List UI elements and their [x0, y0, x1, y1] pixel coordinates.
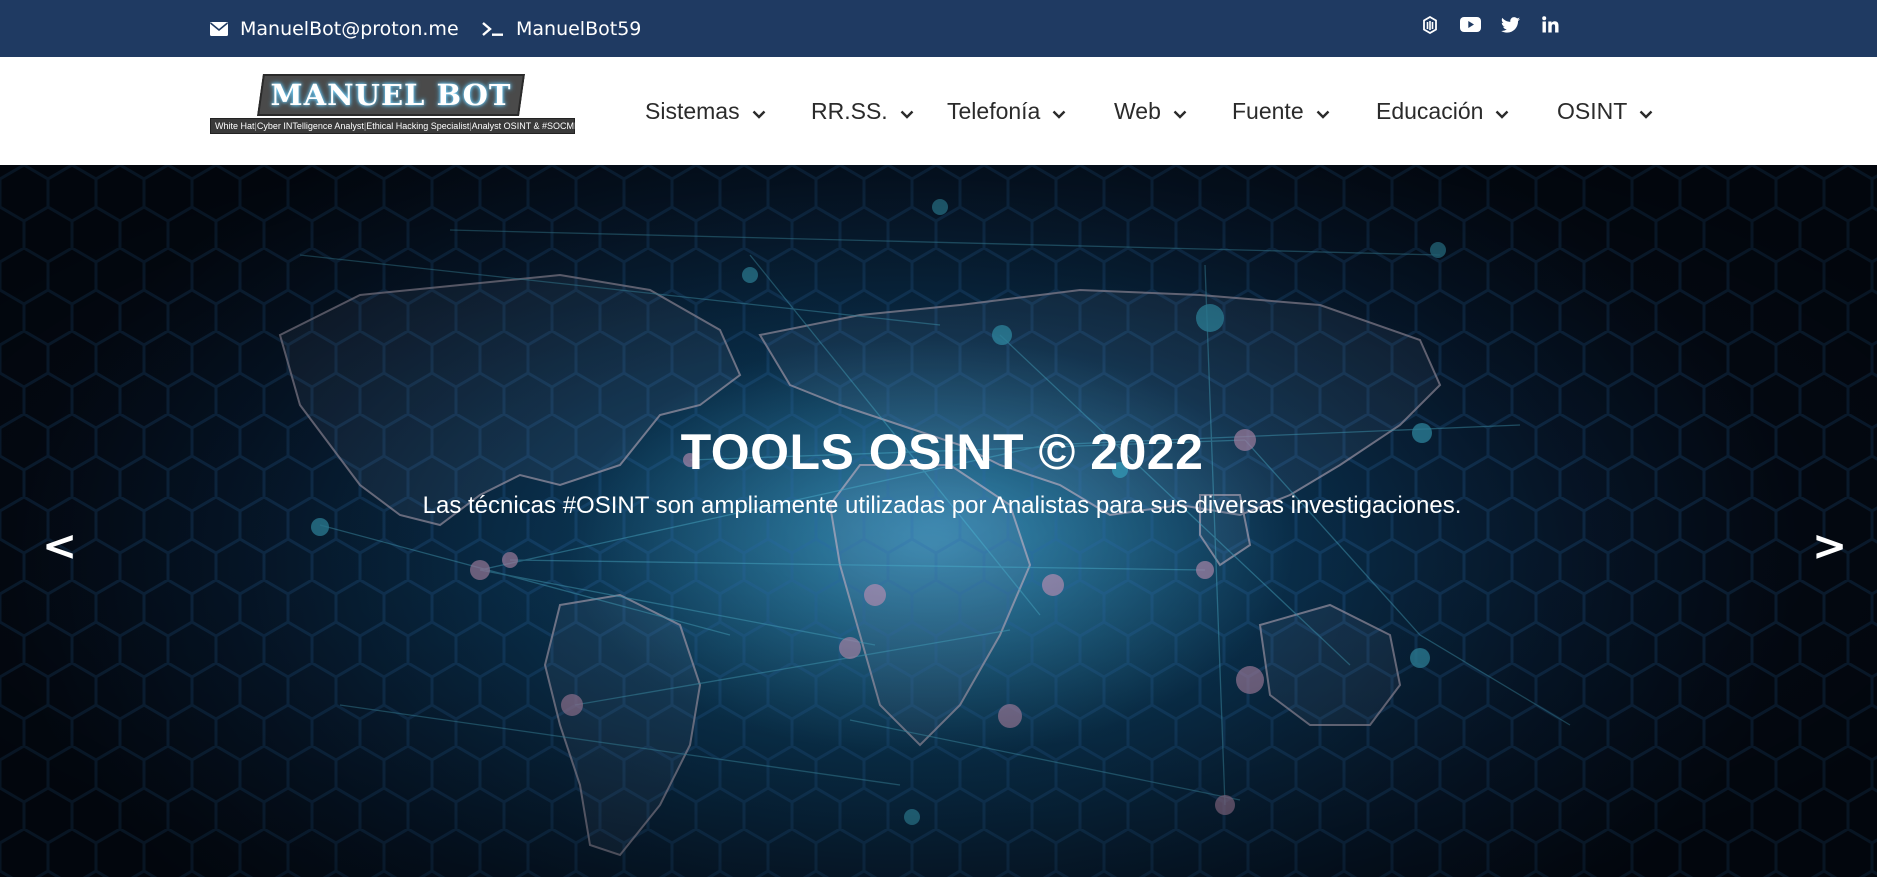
nav-item-fuente[interactable]: Fuente: [1232, 57, 1330, 165]
tagline-ethical-hacking: Ethical Hacking Specialist: [366, 121, 470, 131]
chevron-down-icon: [1173, 110, 1187, 119]
logo-title: MANUEL BOT: [270, 78, 512, 112]
chevron-down-icon: [1639, 110, 1653, 119]
chevron-down-icon: [1496, 110, 1509, 119]
slider-next-button[interactable]: >: [1812, 525, 1847, 567]
nav-item-web[interactable]: Web: [1114, 57, 1187, 165]
site-logo[interactable]: MANUEL BOT White Hat | Cyber INTelligenc…: [210, 74, 589, 136]
nav-item-educacion[interactable]: Educación: [1376, 57, 1509, 165]
world-network-background: [0, 165, 1877, 877]
nav-label: OSINT: [1557, 97, 1628, 124]
nav-item-rrss[interactable]: RR.SS.: [811, 57, 914, 165]
tagline-cyber-intelligence: Cyber INTelligence Analyst: [256, 121, 364, 131]
nav-label: Fuente: [1232, 97, 1304, 124]
nav-label: Sistemas: [645, 97, 740, 124]
keybase-icon[interactable]: [1410, 0, 1450, 49]
username-text[interactable]: ManuelBot59: [516, 18, 641, 40]
nav-item-telefonia[interactable]: Telefonía: [947, 57, 1066, 165]
logo-tagline: White Hat | Cyber INTelligence Analyst |…: [210, 118, 589, 134]
username-contact[interactable]: ManuelBot59: [482, 0, 641, 57]
tagline-analyst-osint: Analyst OSINT & #SOCMINT: [471, 121, 589, 131]
tagline-white-hat: White Hat: [215, 121, 255, 131]
top-bar: ManuelBot@proton.me ManuelBot59: [0, 0, 1877, 57]
nav-label: Telefonía: [947, 97, 1041, 124]
nav-label: RR.SS.: [811, 97, 888, 124]
email-contact[interactable]: ManuelBot@proton.me: [210, 0, 459, 57]
chevron-down-icon: [1316, 110, 1329, 119]
youtube-icon[interactable]: [1450, 0, 1490, 49]
hero-slider: TOOLS OSINT © 2022 Las técnicas #OSINT s…: [0, 165, 1877, 877]
chevron-down-icon: [900, 110, 914, 119]
chevron-down-icon: [1053, 110, 1066, 119]
slider-prev-button[interactable]: <: [42, 525, 77, 567]
hero-title: TOOLS OSINT © 2022: [680, 424, 1204, 480]
nav-item-osint[interactable]: OSINT: [1557, 57, 1653, 165]
twitter-icon[interactable]: [1490, 0, 1530, 49]
hero-subtitle: Las técnicas #OSINT son ampliamente util…: [422, 492, 1462, 519]
nav-item-sistemas[interactable]: Sistemas: [645, 57, 766, 165]
terminal-icon: [482, 21, 504, 37]
linkedin-icon[interactable]: [1530, 0, 1570, 49]
nav-label: Web: [1114, 97, 1161, 124]
social-links: [1410, 0, 1570, 49]
nav-label: Educación: [1376, 97, 1484, 124]
site-header: MANUEL BOT White Hat | Cyber INTelligenc…: [0, 57, 1877, 165]
envelope-icon: [210, 21, 228, 36]
chevron-down-icon: [752, 110, 765, 119]
email-text[interactable]: ManuelBot@proton.me: [240, 18, 459, 40]
